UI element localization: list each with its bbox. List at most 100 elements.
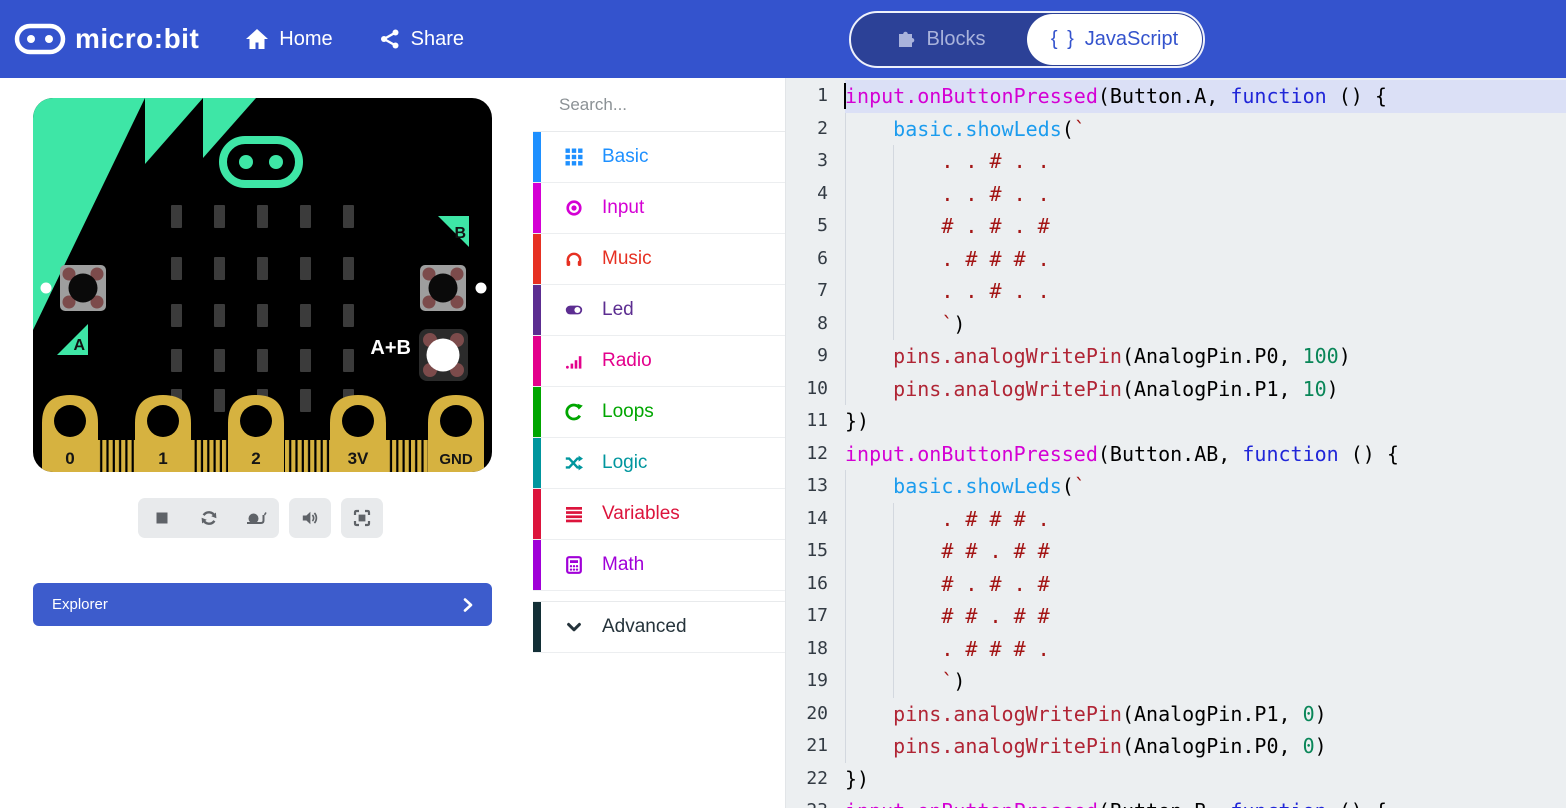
toolbox-category-logic[interactable]: Logic [533,438,785,489]
toolbox-category-radio[interactable]: Radio [533,336,785,387]
restart-icon [199,508,219,528]
led-4-1[interactable] [343,257,354,280]
led-3-2[interactable] [300,304,311,327]
simulator-control-group [138,498,279,538]
editor-mode-toggle: Blocks { } JavaScript [849,11,1205,68]
line-number: 4 [786,178,828,211]
calculator-icon [564,555,584,575]
indent-guide [845,243,846,276]
simulator-controls [138,498,383,538]
led-4-0[interactable] [343,205,354,228]
slow-mo-button[interactable] [232,498,279,538]
toolbox-category-basic[interactable]: Basic [533,132,785,183]
indent-guide [845,503,846,536]
home-button[interactable]: Home [245,28,332,51]
code-line[interactable]: 16 # . # . # [786,568,1566,601]
code-line[interactable]: 1input.onButtonPressed(Button.A, functio… [786,80,1566,113]
led-1-0[interactable] [214,205,225,228]
toolbox-category-music[interactable]: Music [533,234,785,285]
toolbox-category-led[interactable]: Led [533,285,785,336]
fullscreen-button[interactable] [341,498,383,538]
indent-guide [893,145,894,178]
microbit-logo[interactable]: micro:bit [14,23,199,55]
toolbox-category-advanced[interactable]: Advanced [533,601,785,653]
led-3-3[interactable] [300,349,311,372]
code-line[interactable]: 9 pins.analogWritePin(AnalogPin.P0, 100) [786,340,1566,373]
block-toolbox: Basic Input Music [533,78,786,808]
share-label: Share [411,28,464,51]
code-line[interactable]: 10 pins.analogWritePin(AnalogPin.P1, 10) [786,373,1566,406]
code-line[interactable]: 23input.onButtonPressed(Button.B, functi… [786,795,1566,808]
code-line[interactable]: 14 . # # # . [786,503,1566,536]
code-line[interactable]: 6 . # # # . [786,243,1566,276]
led-3-1[interactable] [300,257,311,280]
pin-3v[interactable]: 3V [330,395,386,472]
led-1-4[interactable] [214,389,225,412]
stop-button[interactable] [138,498,185,538]
code-line[interactable]: 17 # # . # # [786,600,1566,633]
toolbox-category-math[interactable]: Math [533,540,785,591]
restart-button[interactable] [185,498,232,538]
code-line[interactable]: 4 . . # . . [786,178,1566,211]
button-b[interactable] [420,265,466,311]
indent-guide [845,113,846,146]
search-input[interactable] [557,94,782,116]
led-1-3[interactable] [214,349,225,372]
javascript-toggle-button[interactable]: { } JavaScript [1027,14,1202,65]
category-stripe [533,438,541,488]
code-line[interactable]: 13 basic.showLeds(` [786,470,1566,503]
indent-guide [845,145,846,178]
code-line[interactable]: 15 # # . # # [786,535,1566,568]
explorer-toggle[interactable]: Explorer [33,583,492,626]
toolbox-category-variables[interactable]: Variables [533,489,785,540]
pin-gnd[interactable]: GND [428,395,484,472]
blocks-toggle-button[interactable]: Blocks [851,28,1029,51]
button-ab[interactable] [419,329,468,381]
pin-0[interactable]: 0 [42,395,98,472]
led-3-4[interactable] [300,389,311,412]
line-number: 1 [786,80,828,113]
button-a[interactable] [60,265,106,311]
category-label: Variables [602,503,680,525]
category-stripe [533,132,541,182]
indent-guide [893,535,894,568]
led-4-2[interactable] [343,304,354,327]
led-4-3[interactable] [343,349,354,372]
led-0-3[interactable] [171,349,182,372]
code-line[interactable]: 3 . . # . . [786,145,1566,178]
code-line[interactable]: 22}) [786,763,1566,796]
toolbox-category-loops[interactable]: Loops [533,387,785,438]
led-1-1[interactable] [214,257,225,280]
code-line[interactable]: 8 `) [786,308,1566,341]
led-1-2[interactable] [214,304,225,327]
code-line[interactable]: 19 `) [786,665,1566,698]
sound-button[interactable] [289,498,331,538]
code-line[interactable]: 18 . # # # . [786,633,1566,666]
led-2-1[interactable] [257,257,268,280]
code-line[interactable]: 5 # . # . # [786,210,1566,243]
code-line[interactable]: 2 basic.showLeds(` [786,113,1566,146]
code-editor[interactable]: 1input.onButtonPressed(Button.A, functio… [786,78,1566,808]
led-2-0[interactable] [257,205,268,228]
led-0-0[interactable] [171,205,182,228]
line-number: 12 [786,438,828,471]
line-number: 15 [786,535,828,568]
pin-1[interactable]: 1 [135,395,191,472]
category-label: Radio [602,350,652,372]
code-line[interactable]: 7 . . # . . [786,275,1566,308]
category-label: Logic [602,452,647,474]
category-stripe [533,489,541,539]
led-3-0[interactable] [300,205,311,228]
led-2-3[interactable] [257,349,268,372]
led-0-1[interactable] [171,257,182,280]
toolbox-category-input[interactable]: Input [533,183,785,234]
led-2-2[interactable] [257,304,268,327]
pin-2[interactable]: 2 [228,395,284,472]
code-line[interactable]: 20 pins.analogWritePin(AnalogPin.P1, 0) [786,698,1566,731]
code-line[interactable]: 12input.onButtonPressed(Button.AB, funct… [786,438,1566,471]
code-line[interactable]: 21 pins.analogWritePin(AnalogPin.P0, 0) [786,730,1566,763]
code-line[interactable]: 11}) [786,405,1566,438]
led-0-2[interactable] [171,304,182,327]
share-button[interactable]: Share [379,28,464,51]
grid-icon [564,147,584,167]
